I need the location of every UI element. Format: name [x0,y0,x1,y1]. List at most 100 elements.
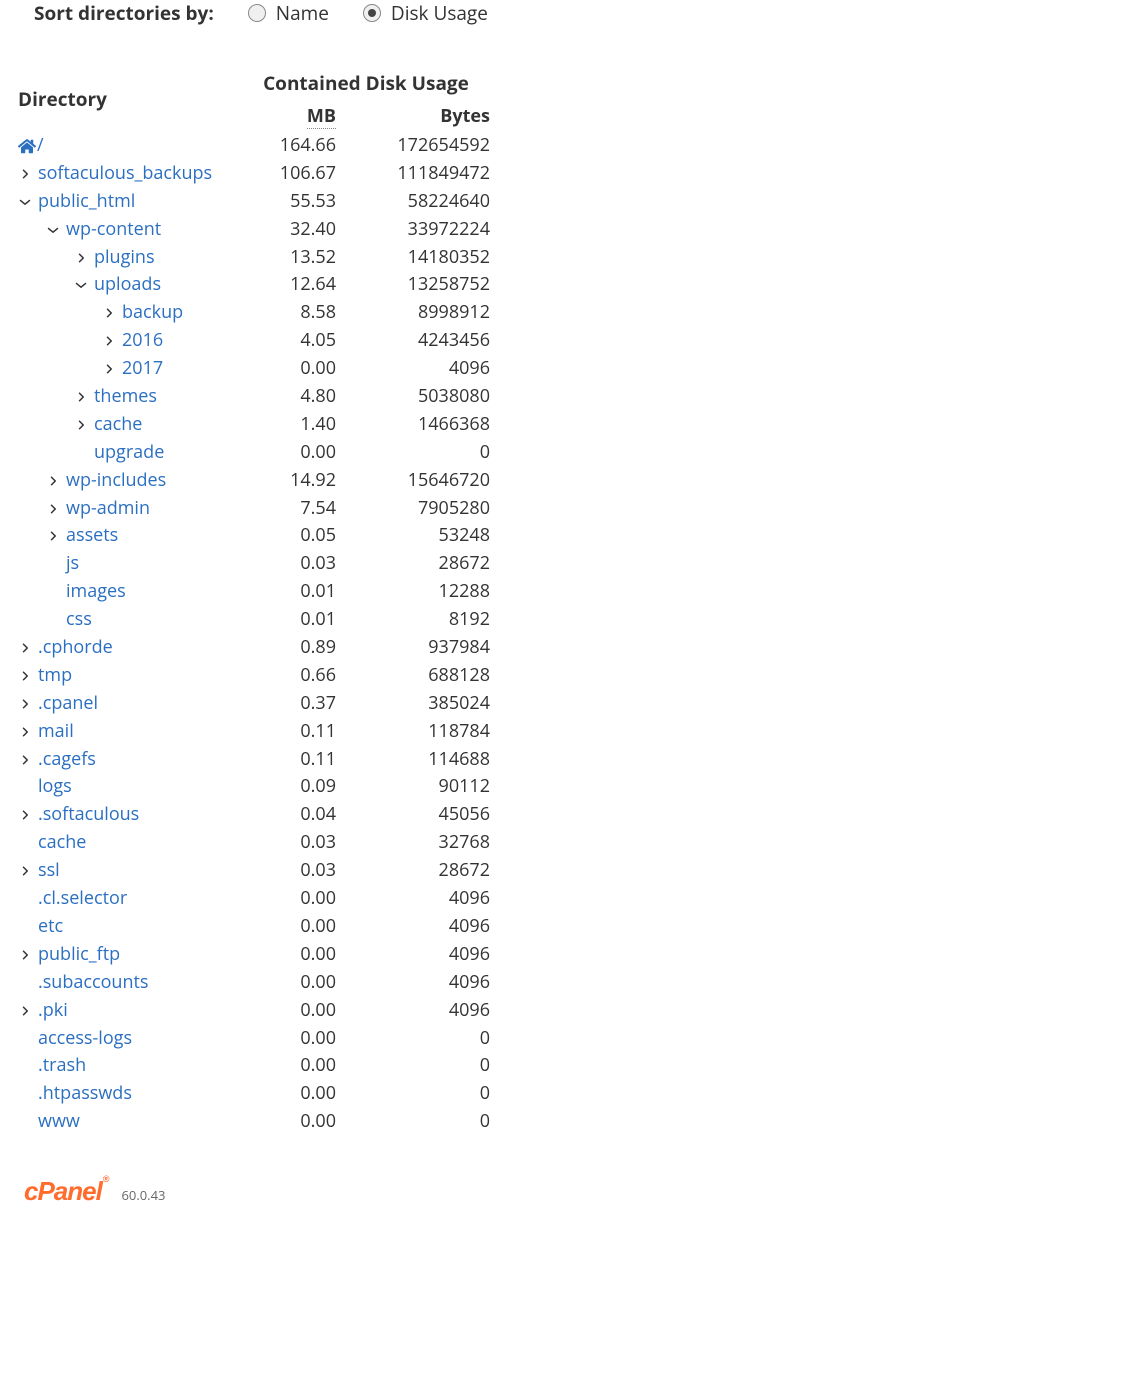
dir-cell[interactable]: www [14,1108,242,1136]
dir-cell[interactable]: tmp [14,662,242,690]
chevron-right-icon[interactable] [18,754,32,766]
dir-link[interactable]: js [66,550,79,578]
dir-link[interactable]: public_ftp [38,941,120,969]
dir-cell[interactable]: 2016 [14,327,242,355]
chevron-right-icon[interactable] [102,307,116,319]
dir-cell[interactable]: plugins [14,244,242,272]
chevron-right-icon[interactable] [18,670,32,682]
chevron-right-icon[interactable] [102,335,116,347]
dir-link[interactable]: .pki [38,997,68,1025]
dir-cell[interactable]: mail [14,718,242,746]
chevron-down-icon[interactable] [18,197,32,207]
col-directory: Directory [14,86,242,112]
chevron-right-icon[interactable] [102,363,116,375]
dir-cell[interactable]: .subaccounts [14,969,242,997]
dir-link[interactable]: wp-admin [66,495,150,523]
table-row: .softaculous0.0445056 [14,801,1142,829]
dir-link[interactable]: wp-includes [66,467,166,495]
dir-cell[interactable]: .htpasswds [14,1080,242,1108]
dir-link[interactable]: www [38,1108,80,1136]
chevron-right-icon[interactable] [18,726,32,738]
dir-cell[interactable]: .cl.selector [14,885,242,913]
chevron-right-icon[interactable] [46,503,60,515]
dir-cell[interactable]: ssl [14,857,242,885]
dir-link[interactable]: backup [122,299,183,327]
dir-cell[interactable]: wp-content [14,216,242,244]
dir-link[interactable]: cache [38,829,86,857]
dir-link[interactable]: wp-content [66,216,161,244]
dir-link[interactable]: softaculous_backups [38,160,212,188]
chevron-right-icon[interactable] [18,865,32,877]
dir-cell[interactable]: .trash [14,1052,242,1080]
dir-cell[interactable]: uploads [14,271,242,299]
mb-cell: 0.01 [242,606,336,634]
dir-cell[interactable]: softaculous_backups [14,160,242,188]
dir-cell[interactable]: 2017 [14,355,242,383]
dir-link[interactable]: tmp [38,662,72,690]
dir-cell[interactable]: images [14,578,242,606]
dir-cell[interactable]: cache [14,411,242,439]
dir-link[interactable]: .cpanel [38,690,98,718]
dir-link[interactable]: ssl [38,857,60,885]
dir-link[interactable]: css [66,606,92,634]
dir-cell[interactable]: cache [14,829,242,857]
dir-cell[interactable]: upgrade [14,439,242,467]
dir-cell[interactable]: logs [14,773,242,801]
dir-link[interactable]: assets [66,522,118,550]
dir-link[interactable]: .cphorde [38,634,113,662]
dir-link[interactable]: .htpasswds [38,1080,132,1108]
chevron-right-icon[interactable] [46,475,60,487]
chevron-right-icon[interactable] [18,1005,32,1017]
chevron-right-icon[interactable] [74,391,88,403]
dir-link[interactable]: upgrade [94,439,164,467]
sort-option-name[interactable]: Name [248,0,329,26]
dir-cell[interactable]: public_html [14,188,242,216]
dir-link[interactable]: uploads [94,271,161,299]
dir-link[interactable]: 2016 [122,327,163,355]
dir-link[interactable]: public_html [38,188,135,216]
dir-link[interactable]: images [66,578,126,606]
dir-link[interactable]: access-logs [38,1025,132,1053]
dir-cell[interactable]: backup [14,299,242,327]
dir-link[interactable]: plugins [94,244,155,272]
chevron-right-icon[interactable] [18,949,32,961]
dir-cell[interactable]: assets [14,522,242,550]
chevron-right-icon[interactable] [74,252,88,264]
chevron-right-icon[interactable] [18,809,32,821]
dir-link[interactable]: .cagefs [38,746,96,774]
dir-link[interactable]: .subaccounts [38,969,149,997]
dir-cell[interactable]: wp-admin [14,495,242,523]
dir-cell[interactable]: wp-includes [14,467,242,495]
dir-link[interactable]: .cl.selector [38,885,127,913]
dir-cell[interactable]: .softaculous [14,801,242,829]
dir-link[interactable]: cache [94,411,142,439]
dir-cell[interactable]: .cpanel [14,690,242,718]
dir-cell[interactable]: themes [14,383,242,411]
chevron-right-icon[interactable] [46,530,60,542]
dir-link[interactable]: 2017 [122,355,163,383]
dir-link[interactable]: .trash [38,1052,86,1080]
dir-link[interactable]: etc [38,913,63,941]
dir-cell[interactable]: etc [14,913,242,941]
sort-option-usage[interactable]: Disk Usage [363,0,488,26]
chevron-down-icon[interactable] [74,280,88,290]
dir-cell[interactable]: .cphorde [14,634,242,662]
cpanel-logo[interactable]: cPanel® [24,1176,107,1207]
chevron-down-icon[interactable] [46,225,60,235]
dir-cell[interactable]: js [14,550,242,578]
dir-cell[interactable]: css [14,606,242,634]
dir-cell[interactable]: access-logs [14,1025,242,1053]
dir-link[interactable]: mail [38,718,74,746]
chevron-right-icon[interactable] [18,168,32,180]
dir-link[interactable]: .softaculous [38,801,139,829]
dir-cell[interactable]: / [14,132,242,160]
mb-cell: 0.00 [242,1052,336,1080]
chevron-right-icon[interactable] [74,419,88,431]
dir-link[interactable]: themes [94,383,157,411]
dir-link[interactable]: logs [38,773,72,801]
chevron-right-icon[interactable] [18,698,32,710]
chevron-right-icon[interactable] [18,642,32,654]
dir-cell[interactable]: .cagefs [14,746,242,774]
dir-cell[interactable]: .pki [14,997,242,1025]
dir-cell[interactable]: public_ftp [14,941,242,969]
